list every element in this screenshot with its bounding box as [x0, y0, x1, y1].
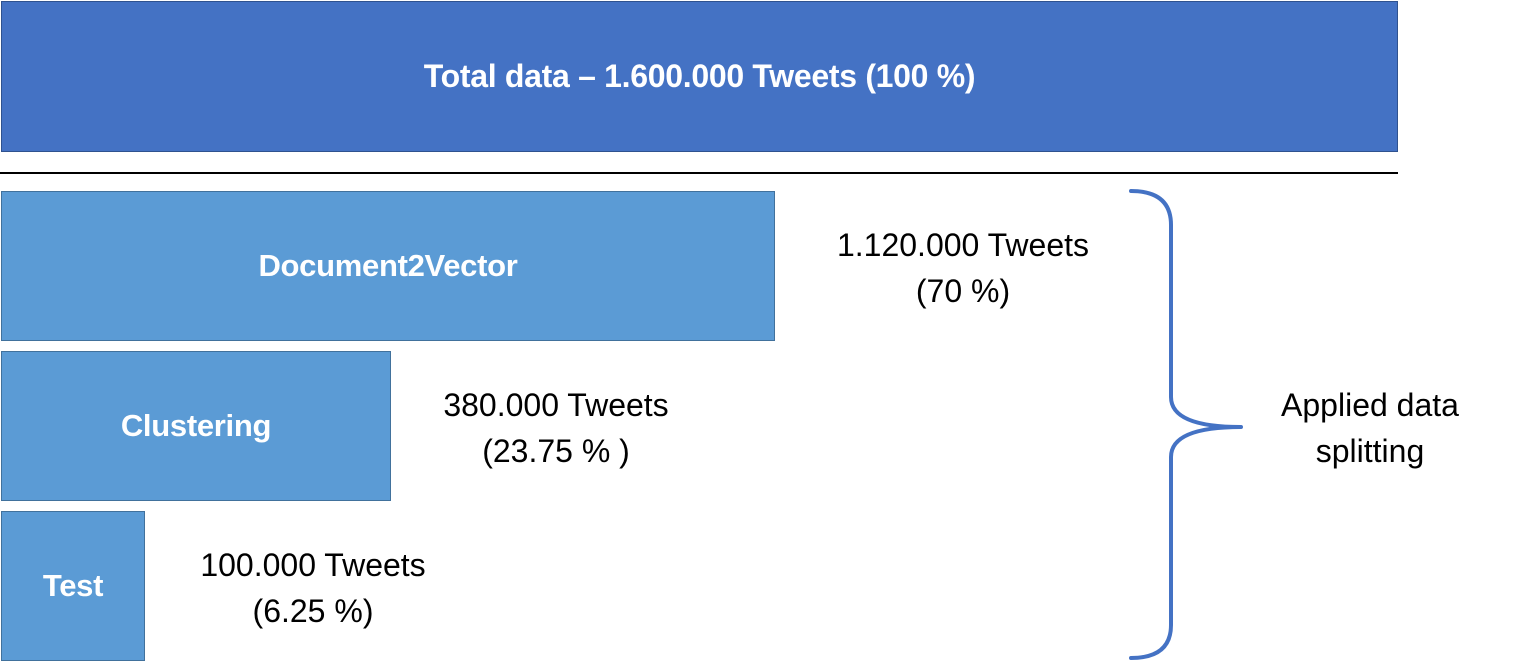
- divider-line: [0, 172, 1398, 174]
- applied-data-splitting-label: Applied data splitting: [1230, 382, 1510, 474]
- document2vector-label: Document2Vector: [258, 248, 518, 283]
- test-percent: (6.25 %): [252, 593, 374, 629]
- clustering-size-label: 380.000 Tweets (23.75 % ): [406, 382, 706, 474]
- bracket-path: [1129, 189, 1243, 660]
- document2vector-count: 1.120.000 Tweets: [836, 227, 1090, 263]
- clustering-count: 380.000 Tweets: [443, 387, 669, 423]
- document2vector-box: Document2Vector: [1, 191, 775, 341]
- applied-data-line2: splitting: [1315, 433, 1425, 469]
- applied-data-line1: Applied data: [1281, 387, 1459, 423]
- test-label: Test: [42, 568, 104, 603]
- document2vector-percent: (70 %): [915, 273, 1011, 309]
- total-data-label: Total data – 1.600.000 Tweets (100 %): [423, 58, 976, 94]
- test-box: Test: [1, 511, 145, 661]
- document2vector-size-label: 1.120.000 Tweets (70 %): [813, 222, 1113, 314]
- test-size-label: 100.000 Tweets (6.25 %): [163, 542, 463, 634]
- test-count: 100.000 Tweets: [200, 547, 426, 583]
- clustering-percent: (23.75 % ): [482, 433, 630, 469]
- total-data-box: Total data – 1.600.000 Tweets (100 %): [1, 1, 1398, 152]
- clustering-box: Clustering: [1, 351, 391, 501]
- clustering-label: Clustering: [120, 408, 272, 443]
